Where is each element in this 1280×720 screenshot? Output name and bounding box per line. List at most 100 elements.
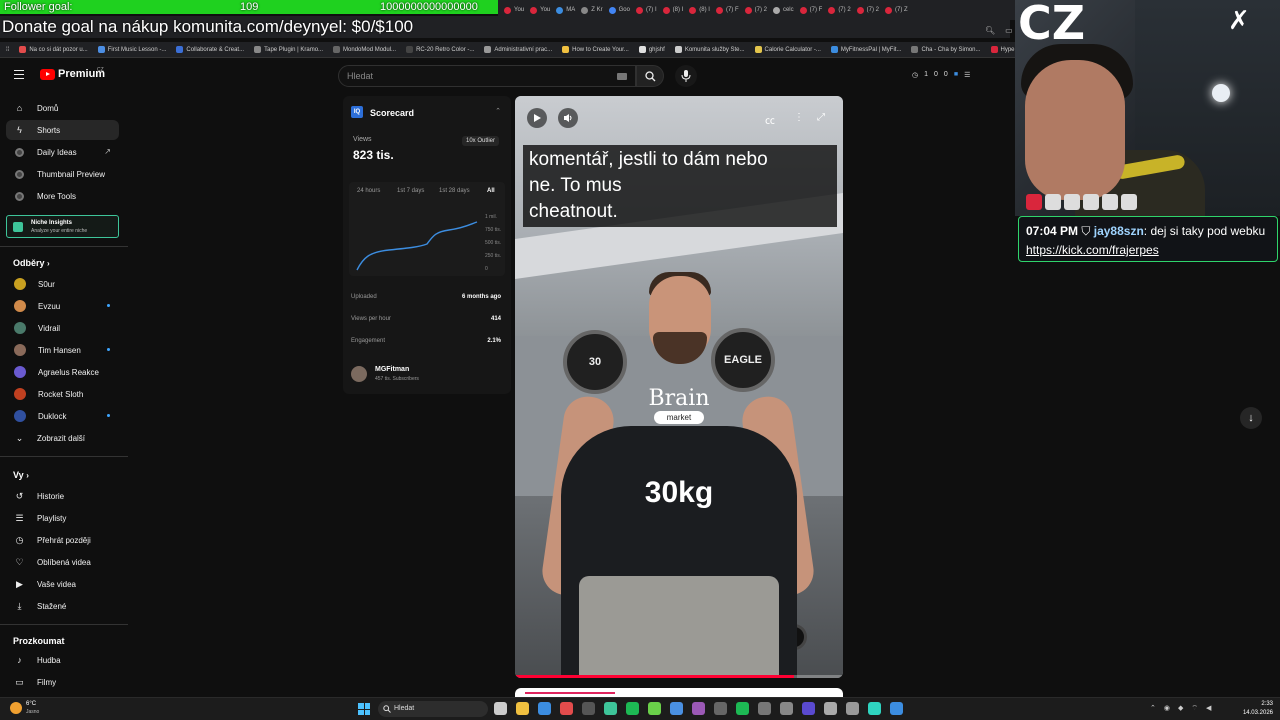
channel-name[interactable]: MGFitman: [375, 366, 409, 373]
chat-link[interactable]: https://kick.com/frajerpes: [1026, 243, 1159, 257]
menu-icon[interactable]: [14, 70, 24, 79]
bookmark-item[interactable]: RC-20 Retro Color -...: [406, 46, 474, 53]
taskbar-app-icon[interactable]: [582, 702, 595, 715]
browser-tab[interactable]: Goo: [608, 6, 630, 14]
show-more-button[interactable]: ⌄ Zobrazit další: [6, 428, 119, 448]
taskbar-app-icon[interactable]: [604, 702, 617, 715]
bookmark-item[interactable]: MyFitnessPal | MyFit...: [830, 46, 901, 53]
browser-tab[interactable]: celc: [772, 6, 794, 14]
taskbar-app-icon[interactable]: [758, 702, 771, 715]
taskbar-app-icon[interactable]: [736, 702, 749, 715]
sidebar-item-home[interactable]: ⌂ Domů: [6, 98, 119, 118]
channel-avatar[interactable]: [351, 366, 367, 382]
start-button[interactable]: [358, 703, 370, 715]
subscription-item[interactable]: S0ur: [6, 274, 119, 294]
taskbar-app-icon[interactable]: [890, 702, 903, 715]
apps-icon[interactable]: ☰: [964, 71, 970, 79]
tray-app-icon[interactable]: ◆: [1178, 704, 1183, 713]
sidebar-item[interactable]: ▶ Vaše videa: [6, 574, 119, 594]
bookmark-item[interactable]: MondoMod Modul...: [333, 46, 396, 53]
collapse-icon[interactable]: ⌃: [495, 107, 501, 115]
subscriptions-heading[interactable]: Odběry ›: [13, 258, 50, 268]
browser-tab[interactable]: (7) Z: [885, 6, 908, 14]
sidebar-item[interactable]: ♡ Oblíbená videa: [6, 552, 119, 572]
sidebar-item-more-tools[interactable]: More Tools: [6, 186, 119, 206]
bookmark-item[interactable]: Cha - Cha by Simon...: [911, 46, 981, 53]
taskbar-clock[interactable]: 2:33 14.03.2026: [1229, 700, 1273, 718]
range-28d[interactable]: 1st 28 days: [439, 188, 470, 194]
fullscreen-icon[interactable]: ⤢: [817, 112, 825, 123]
volume-button[interactable]: [558, 108, 578, 128]
play-button[interactable]: [527, 108, 547, 128]
volume-icon[interactable]: ◀: [1206, 704, 1211, 713]
subscription-item[interactable]: Agraelus Reakce: [6, 362, 119, 382]
browser-tab[interactable]: (7) 2: [828, 6, 851, 14]
video-progress-bar[interactable]: [515, 675, 843, 678]
browser-tab[interactable]: (8) I: [662, 6, 683, 14]
bookmark-item[interactable]: First Music Lesson -...: [97, 46, 166, 53]
taskbar-app-icon[interactable]: [538, 702, 551, 715]
taskbar-app-icon[interactable]: [692, 702, 705, 715]
sidebar-item[interactable]: ⤓ Stažené: [6, 596, 119, 616]
taskbar-app-icon[interactable]: [824, 702, 837, 715]
browser-tab[interactable]: (7) F: [715, 6, 739, 14]
sidebar-item[interactable]: ☰ Playlisty: [6, 508, 119, 528]
subscription-item[interactable]: Tim Hansen: [6, 340, 119, 360]
bookmark-item[interactable]: Na co si dát pozor u...: [19, 46, 88, 53]
window-icon[interactable]: ▭: [1005, 26, 1013, 35]
niche-insights-button[interactable]: Niche Insights Analyze your entire niche: [6, 215, 119, 238]
taskbar-app-icon[interactable]: [780, 702, 793, 715]
taskbar-app-icon[interactable]: [560, 702, 573, 715]
search-button[interactable]: [636, 65, 664, 87]
network-icon[interactable]: ⌔: [1191, 704, 1198, 713]
browser-tab[interactable]: (7) 2: [856, 6, 879, 14]
sidebar-item-thumbnail-preview[interactable]: Thumbnail Preview: [6, 164, 119, 184]
browser-tab[interactable]: (7) F: [799, 6, 822, 14]
subscription-item[interactable]: Evzuu: [6, 296, 119, 316]
more-options-icon[interactable]: ⋮: [794, 112, 804, 123]
sidebar-item-daily-ideas[interactable]: Daily Ideas ↗: [6, 142, 119, 162]
tray-chevron-icon[interactable]: ⌃: [1150, 704, 1156, 713]
bookmark-item[interactable]: Komunita služby Ste...: [674, 46, 745, 53]
range-24h[interactable]: 24 hours: [357, 188, 380, 194]
voice-search-button[interactable]: [675, 65, 697, 87]
sidebar-item[interactable]: ◷ Přehrát později: [6, 530, 119, 550]
browser-tab[interactable]: (8) I: [689, 6, 710, 14]
browser-tab[interactable]: (7) 2: [744, 6, 767, 14]
weather-icon[interactable]: [10, 702, 22, 714]
taskbar-app-icon[interactable]: [802, 702, 815, 715]
sidebar-item[interactable]: ▭ Filmy: [6, 672, 119, 692]
sidebar-item[interactable]: ↺ Historie: [6, 486, 119, 506]
taskbar-app-icon[interactable]: [516, 702, 529, 715]
subscription-item[interactable]: Vidrail: [6, 318, 119, 338]
browser-tab[interactable]: You: [530, 6, 550, 14]
bookmark-item[interactable]: Hype: [990, 46, 1015, 53]
shorts-video-player[interactable]: 30 EAGLE Brain market 30kg ㏄ ⋮ ⤢ komentá…: [515, 96, 843, 678]
bookmark-item[interactable]: Tape Plugin | Kramo...: [254, 46, 323, 53]
browser-tab[interactable]: Z Kr: [581, 6, 603, 14]
range-7d[interactable]: 1st 7 days: [397, 188, 424, 194]
tray-app-icon[interactable]: ◉: [1164, 704, 1170, 713]
taskbar-search[interactable]: Hledat: [378, 701, 488, 717]
bookmark-item[interactable]: ghjshf: [638, 46, 665, 53]
taskbar-app-icon[interactable]: [670, 702, 683, 715]
keyboard-icon[interactable]: [617, 73, 627, 80]
youtube-logo[interactable]: Premium: [40, 68, 105, 80]
zoom-icon[interactable]: 🔍︎: [985, 26, 995, 35]
taskbar-app-icon[interactable]: [494, 702, 507, 715]
next-short-button[interactable]: ↓: [1240, 407, 1262, 429]
browser-tab[interactable]: (7) I: [635, 6, 657, 14]
sidebar-item[interactable]: ♪ Hudba: [6, 650, 119, 670]
taskbar-app-icon[interactable]: [846, 702, 859, 715]
bookmark-item[interactable]: Calorie Calculator -...: [754, 46, 821, 53]
taskbar-app-icon[interactable]: [868, 702, 881, 715]
bookmark-item[interactable]: Collaborate & Creat...: [176, 46, 244, 53]
you-heading[interactable]: Vy ›: [13, 470, 29, 480]
browser-tab[interactable]: You: [504, 6, 524, 14]
extension-icon[interactable]: ■: [954, 71, 958, 79]
subscription-item[interactable]: Duklock: [6, 406, 119, 426]
search-input[interactable]: Hledat: [338, 65, 636, 87]
taskbar-app-icon[interactable]: [648, 702, 661, 715]
captions-icon[interactable]: ㏄: [765, 112, 775, 127]
range-all[interactable]: All: [487, 188, 495, 194]
